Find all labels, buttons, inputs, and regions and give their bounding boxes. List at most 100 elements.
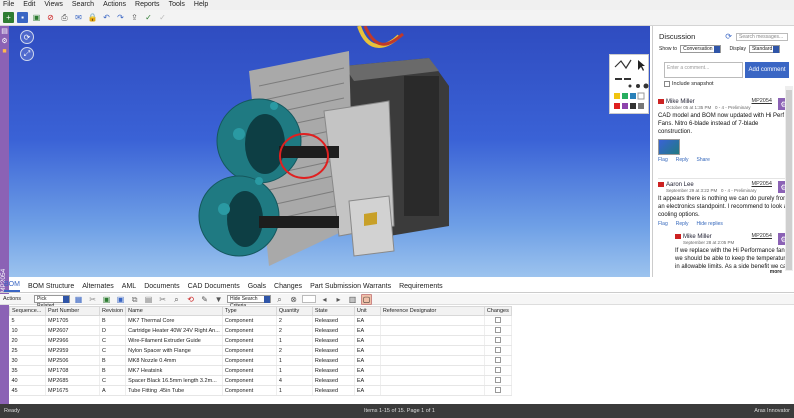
table-cell[interactable]: 10 — [9, 325, 46, 336]
menu-actions[interactable]: Actions — [103, 0, 126, 10]
table-cell[interactable]: Component — [222, 345, 277, 356]
tab-alternates[interactable]: Alternates — [82, 282, 114, 292]
table-cell[interactable]: Component — [222, 375, 277, 386]
table-cell[interactable]: Released — [312, 365, 355, 376]
delete-icon[interactable]: ⊘ — [45, 12, 56, 23]
excel-icon[interactable]: ▣ — [101, 294, 112, 305]
table-cell[interactable]: 40 — [9, 375, 46, 386]
open-icon[interactable]: ▣ — [31, 12, 42, 23]
table-cell[interactable]: 1 — [276, 335, 313, 346]
table-cell[interactable]: MP1708 — [45, 365, 100, 376]
table-cell[interactable]: Released — [312, 335, 355, 346]
table-cell[interactable]: MK7 Heatsink — [125, 365, 223, 376]
table-cell[interactable]: B — [99, 315, 127, 326]
page-size-input[interactable] — [302, 295, 317, 303]
table-cell[interactable]: Component — [222, 355, 277, 366]
table-cell[interactable] — [380, 315, 485, 326]
col-part-number[interactable]: Part Number — [45, 306, 100, 316]
edit-icon[interactable]: ✎ — [199, 294, 210, 305]
table-row[interactable]: 10 MP2607 D Cartridge Heater 40W 24V Right … — [9, 325, 512, 336]
table-cell[interactable]: Released — [312, 355, 355, 366]
check-disabled-icon[interactable]: ✓ — [157, 12, 168, 23]
cad-viewer[interactable]: ⟳ ⤢ — [9, 26, 650, 277]
table-cell[interactable]: EA — [354, 345, 381, 356]
tab-aml[interactable]: AML — [122, 282, 136, 292]
item-link[interactable]: MP2054 — [752, 181, 773, 187]
changes-checkbox[interactable] — [494, 336, 501, 343]
table-cell[interactable]: D — [99, 325, 127, 336]
col-name[interactable]: Name — [125, 306, 223, 316]
email-icon[interactable]: ✉ — [73, 12, 84, 23]
snapshot-icon[interactable]: ▢ — [361, 293, 373, 305]
menu-views[interactable]: Views — [44, 0, 63, 10]
table-cell[interactable]: EA — [354, 335, 381, 346]
table-cell[interactable]: Wire-Filament Extruder Guide — [125, 335, 223, 346]
tab-part-submission-warrants[interactable]: Part Submission Warrants — [310, 282, 391, 292]
clear-search-icon[interactable]: ⊗ — [288, 294, 299, 305]
table-cell[interactable] — [380, 355, 485, 366]
item-link[interactable]: MP2054 — [752, 98, 773, 104]
run-search-icon[interactable]: ⌕ — [274, 294, 285, 305]
table-cell[interactable]: 30 — [9, 355, 46, 366]
table-cell[interactable]: EA — [354, 375, 381, 386]
table-cell[interactable]: B — [99, 355, 127, 366]
changes-checkbox[interactable] — [494, 356, 501, 363]
item-link[interactable]: MP2054 — [752, 233, 773, 239]
table-cell[interactable]: C — [99, 345, 127, 356]
next-page-icon[interactable]: ▸ — [333, 294, 344, 305]
table-cell[interactable]: EA — [354, 325, 381, 336]
menu-file[interactable]: File — [3, 0, 14, 10]
table-cell[interactable]: Spacer Black 16.5mm length 3.2m... — [125, 375, 223, 386]
table-cell[interactable]: C — [99, 375, 127, 386]
table-cell[interactable]: Released — [312, 315, 355, 326]
col-sequence[interactable]: Sequence... — [9, 306, 46, 316]
more-link[interactable]: more — [770, 269, 782, 275]
save-icon[interactable]: ▪ — [17, 12, 28, 23]
table-cell[interactable] — [380, 375, 485, 386]
col-unit[interactable]: Unit — [353, 306, 381, 316]
copy-icon[interactable]: ⧉ — [129, 294, 140, 305]
table-row[interactable]: 5 MP1705 B MK7 Thermal Core Component 2 Releas… — [9, 315, 512, 326]
export-icon[interactable]: ⇪ — [129, 12, 140, 23]
col-revision[interactable]: Revision — [98, 306, 127, 316]
table-cell[interactable]: Nylon Spacer with Flange — [125, 345, 223, 356]
table-cell[interactable]: Cartridge Heater 40W 24V Right An... — [125, 325, 223, 336]
add-row-icon[interactable]: ▦ — [73, 294, 84, 305]
table-cell[interactable] — [380, 335, 485, 346]
table-cell[interactable]: Released — [312, 325, 355, 336]
paste-icon[interactable]: ▤ — [143, 294, 154, 305]
changes-checkbox[interactable] — [494, 346, 501, 353]
table-cell[interactable]: 20 — [9, 335, 46, 346]
display-select[interactable]: Standard — [748, 45, 781, 53]
delete-row-icon[interactable]: ✂ — [87, 294, 98, 305]
table-cell[interactable]: Component — [222, 385, 277, 396]
table-cell[interactable]: 2 — [276, 325, 313, 336]
table-cell[interactable]: 25 — [9, 345, 46, 356]
viewer-icon[interactable]: ■ — [0, 46, 9, 56]
table-cell[interactable]: Component — [222, 365, 277, 376]
table-row[interactable]: 35 MP1708 B MK7 Heatsink Component 1 Released E… — [9, 365, 512, 376]
col-state[interactable]: State — [311, 306, 355, 316]
table-cell[interactable]: 2 — [276, 315, 313, 326]
print-icon[interactable]: ⎙ — [59, 12, 70, 23]
undo-icon[interactable]: ↶ — [101, 12, 112, 23]
table-cell[interactable]: MP1705 — [45, 315, 100, 326]
layout-icon[interactable]: ▥ — [347, 294, 358, 305]
table-cell[interactable] — [380, 365, 485, 376]
table-cell[interactable]: Released — [312, 375, 355, 386]
table-cell[interactable]: 5 — [9, 315, 46, 326]
menu-tools[interactable]: Tools — [169, 0, 185, 10]
refresh-icon[interactable]: ⟳ — [725, 32, 732, 41]
tab-requirements[interactable]: Requirements — [399, 282, 443, 292]
table-cell[interactable]: EA — [354, 365, 381, 376]
tab-goals[interactable]: Goals — [248, 282, 266, 292]
properties-icon[interactable]: ▤ — [0, 26, 9, 36]
menu-search[interactable]: Search — [72, 0, 94, 10]
table-cell[interactable]: MP2607 — [45, 325, 100, 336]
table-cell[interactable]: 35 — [9, 365, 46, 376]
add-comment-button[interactable]: Add comment — [745, 62, 789, 78]
changes-checkbox[interactable] — [494, 376, 501, 383]
table-cell[interactable]: Tube Fitting .45in Tube — [125, 385, 223, 396]
table-cell[interactable]: A — [99, 385, 127, 396]
search-criteria-select[interactable]: Hide Search Criteria — [227, 295, 272, 309]
